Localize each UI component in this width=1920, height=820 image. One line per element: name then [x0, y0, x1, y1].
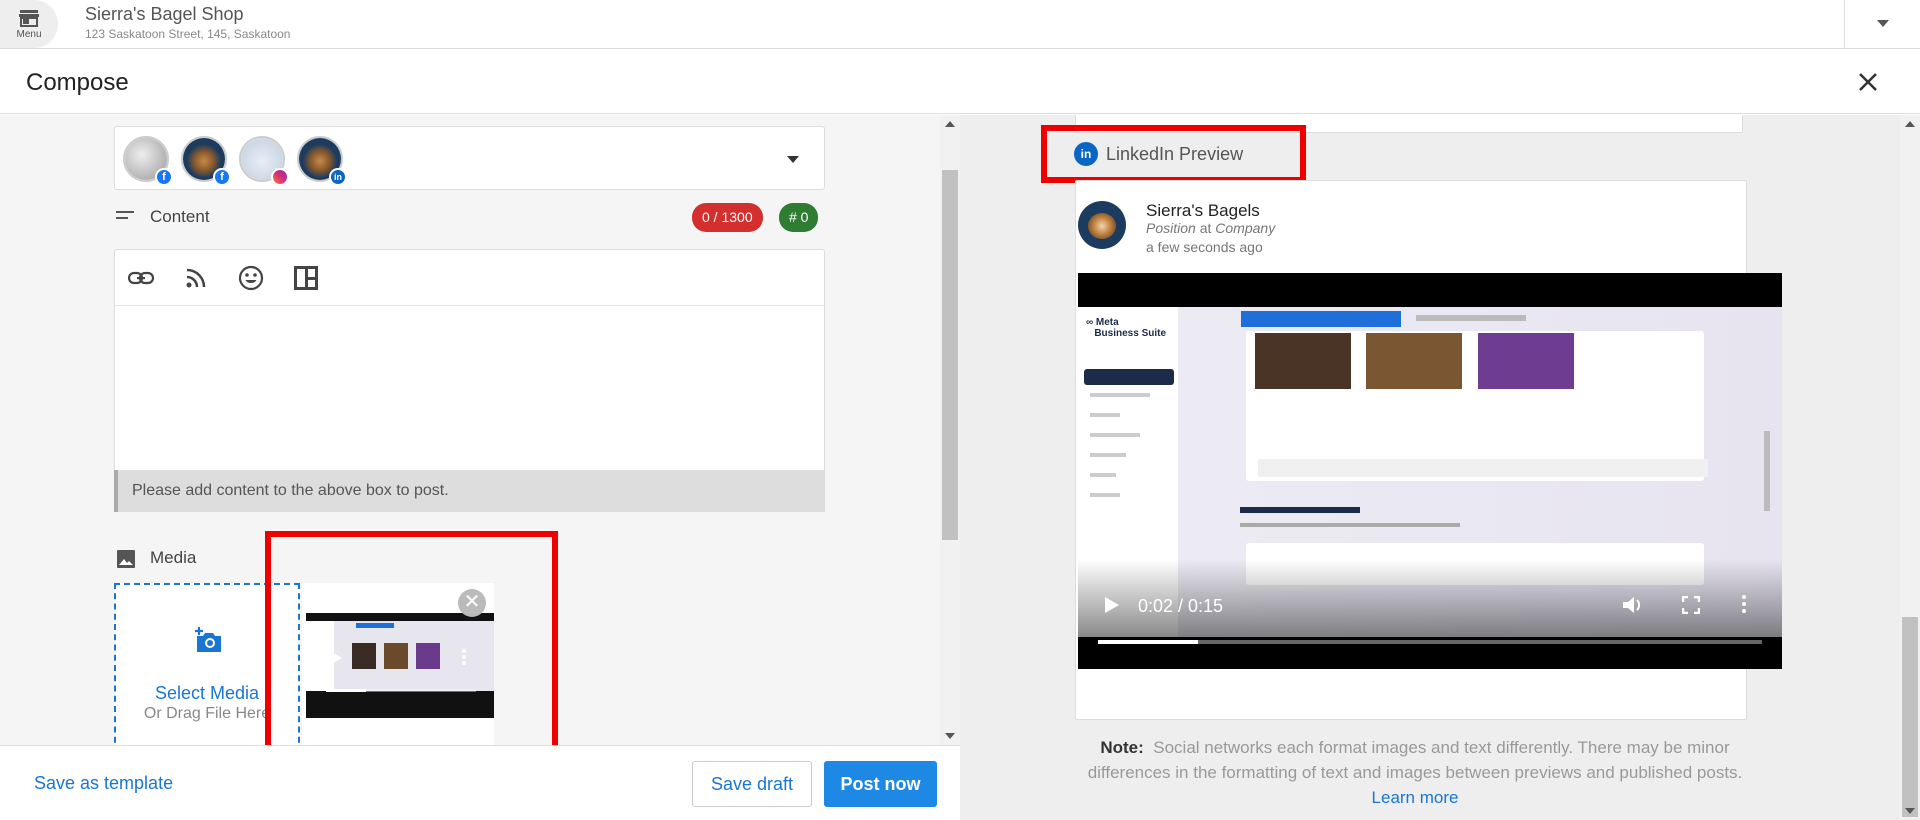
at-word: at — [1199, 220, 1212, 236]
content-header: Content 0 / 1300 # 0 — [114, 203, 825, 233]
account-avatar[interactable] — [239, 136, 289, 186]
menu-label: Menu — [16, 28, 42, 40]
editor-toolbar — [115, 250, 824, 306]
close-button[interactable] — [1854, 68, 1882, 96]
right-scrollbar[interactable] — [1900, 115, 1920, 820]
content-textarea[interactable] — [115, 307, 824, 474]
preview-pane: in LinkedIn Preview Sierra's Bagels Posi… — [960, 115, 1920, 820]
account-selector[interactable]: f f in — [114, 126, 825, 190]
menu-button[interactable]: Menu — [0, 0, 58, 48]
facebook-badge: f — [213, 168, 231, 186]
instagram-badge — [271, 168, 289, 186]
save-as-template-link[interactable]: Save as template — [34, 773, 173, 794]
account-avatar[interactable]: f — [123, 136, 173, 186]
close-icon — [1859, 73, 1877, 91]
compose-header: Compose — [0, 50, 1920, 114]
link-icon[interactable] — [127, 264, 155, 292]
page-title: Compose — [26, 69, 129, 96]
layout-icon[interactable] — [292, 264, 320, 292]
linkedin-badge: in — [329, 168, 347, 186]
highlight-box — [265, 531, 558, 745]
subject-icon — [116, 211, 134, 225]
business-dropdown[interactable] — [1844, 0, 1920, 48]
video-controls: 0:02 / 0:15 — [1078, 559, 1782, 669]
learn-more-link[interactable]: Learn more — [1372, 788, 1459, 807]
volume-icon[interactable] — [1622, 595, 1644, 615]
linkedin-post-card: Sierra's Bagels Position at Company a fe… — [1075, 180, 1782, 720]
rss-icon[interactable] — [182, 264, 210, 292]
emoji-icon[interactable] — [237, 264, 265, 292]
character-count-badge: 0 / 1300 — [692, 203, 763, 232]
post-now-button[interactable]: Post now — [824, 761, 937, 807]
content-label: Content — [150, 207, 210, 226]
compose-footer: Save as template Save draft Post now — [0, 745, 960, 820]
content-editor — [114, 249, 825, 475]
compose-form: f f in Content 0 / 1300 # 0 Please add c… — [0, 115, 960, 745]
image-icon — [117, 550, 135, 568]
top-bar: Menu Sierra's Bagel Shop 123 Saskatoon S… — [0, 0, 1920, 49]
left-scrollbar[interactable] — [940, 115, 960, 745]
post-author-position: Position at Company — [1146, 220, 1275, 236]
store-icon — [19, 9, 39, 27]
video-player[interactable]: ∞ Meta Business Suite 0:02 / 0:15 — [1078, 273, 1782, 669]
preview-note: Note: Social networks each format images… — [1070, 735, 1760, 810]
company-word: Company — [1215, 220, 1276, 236]
account-avatar[interactable]: in — [297, 136, 347, 186]
business-address: 123 Saskatoon Street, 145, Saskatoon — [85, 27, 291, 41]
video-progress-bar[interactable] — [1098, 640, 1762, 644]
highlight-box — [1041, 125, 1306, 183]
video-time: 0:02 / 0:15 — [1138, 596, 1224, 616]
play-icon[interactable] — [1105, 597, 1119, 613]
position-word: Position — [1146, 220, 1196, 236]
chevron-down-icon — [1876, 20, 1889, 27]
fullscreen-icon[interactable] — [1682, 596, 1700, 614]
chevron-down-icon[interactable] — [787, 156, 799, 163]
media-label: Media — [150, 548, 197, 567]
more-vert-icon[interactable] — [1742, 595, 1746, 613]
content-warning: Please add content to the above box to p… — [114, 470, 825, 512]
business-name: Sierra's Bagel Shop — [85, 4, 244, 24]
account-avatar[interactable]: f — [181, 136, 231, 186]
post-author-name: Sierra's Bagels — [1146, 201, 1260, 220]
note-label: Note: — [1100, 738, 1144, 757]
facebook-badge: f — [155, 168, 173, 186]
note-text: Social networks each format images and t… — [1087, 738, 1743, 782]
avatar — [1078, 201, 1126, 249]
post-timestamp: a few seconds ago — [1146, 239, 1263, 255]
hashtag-count-badge: # 0 — [779, 203, 819, 232]
add-photo-icon — [195, 627, 221, 652]
save-draft-button[interactable]: Save draft — [692, 761, 812, 807]
